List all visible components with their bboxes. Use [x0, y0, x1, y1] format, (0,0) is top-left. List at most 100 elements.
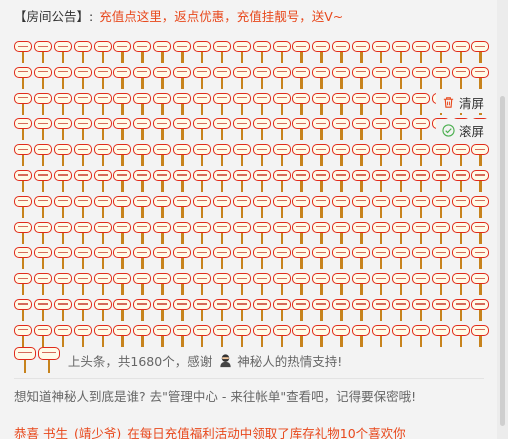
shangtoutiao-sign-icon — [113, 66, 132, 90]
shangtoutiao-sign-icon — [352, 40, 371, 64]
shangtoutiao-sign-icon — [451, 221, 470, 245]
shangtoutiao-sign-icon — [212, 143, 231, 167]
shangtoutiao-sign-icon — [232, 66, 251, 90]
shangtoutiao-sign-icon — [471, 66, 490, 90]
shangtoutiao-sign-icon — [451, 143, 470, 167]
shangtoutiao-sign-icon — [14, 324, 32, 348]
shangtoutiao-sign-icon — [53, 246, 72, 270]
shangtoutiao-sign-icon — [212, 117, 231, 141]
shangtoutiao-sign-icon — [372, 195, 391, 219]
shangtoutiao-sign-icon — [193, 66, 212, 90]
shangtoutiao-sign-icon — [451, 169, 470, 193]
sign-row — [14, 221, 490, 247]
sign-row — [14, 143, 490, 169]
trash-icon — [443, 96, 454, 108]
shangtoutiao-sign-icon — [471, 169, 490, 193]
shangtoutiao-sign-icon — [133, 272, 152, 296]
shangtoutiao-sign-icon — [391, 246, 410, 270]
shangtoutiao-sign-icon — [292, 298, 311, 322]
shangtoutiao-sign-icon — [252, 272, 271, 296]
shangtoutiao-sign-icon — [33, 298, 52, 322]
shangtoutiao-sign-icon — [212, 92, 231, 116]
shangtoutiao-sign-icon — [113, 298, 132, 322]
shangtoutiao-sign-icon — [431, 169, 450, 193]
scrollbar-thumb[interactable] — [500, 96, 505, 426]
check-circle-icon — [442, 123, 455, 137]
shangtoutiao-sign-icon — [153, 92, 172, 116]
notice-text[interactable]: 充值点这里，返点优惠，充值挂靓号，送V~ — [99, 9, 343, 24]
sign-row — [14, 40, 490, 66]
room-notice[interactable]: 【房间公告】: 充值点这里，返点优惠，充值挂靓号，送V~ — [14, 6, 343, 25]
shangtoutiao-sign-icon — [153, 195, 172, 219]
shangtoutiao-sign-icon — [272, 143, 291, 167]
shangtoutiao-sign-icon — [332, 66, 351, 90]
shangtoutiao-sign-icon — [252, 40, 271, 64]
thanks-prefix: 上头条，共1680个，感谢 — [67, 353, 213, 369]
shangtoutiao-sign-icon — [252, 221, 271, 245]
system-message: 恭喜 书生 (靖少爷) 在每日充值福利活动中领取了库存礼物10个喜欢你 — [14, 423, 406, 439]
shangtoutiao-sign-icon — [372, 298, 391, 322]
shangtoutiao-sign-icon — [73, 40, 92, 64]
shangtoutiao-sign-icon — [451, 40, 470, 64]
shangtoutiao-sign-icon — [292, 117, 311, 141]
shangtoutiao-sign-icon — [193, 195, 212, 219]
shangtoutiao-sign-icon — [53, 195, 72, 219]
shangtoutiao-sign-icon — [14, 40, 32, 64]
shangtoutiao-sign-icon — [272, 272, 291, 296]
shangtoutiao-sign-icon — [212, 221, 231, 245]
shangtoutiao-sign-icon — [431, 272, 450, 296]
shangtoutiao-sign-icon — [372, 143, 391, 167]
message-user[interactable]: 恭喜 书生 — [14, 426, 68, 439]
shangtoutiao-sign-icon — [173, 324, 192, 348]
shangtoutiao-sign-icon — [411, 272, 430, 296]
shangtoutiao-sign-icon — [153, 143, 172, 167]
shangtoutiao-sign-icon — [411, 66, 430, 90]
shangtoutiao-sign-icon — [73, 143, 92, 167]
shangtoutiao-sign-icon — [212, 66, 231, 90]
shangtoutiao-sign-icon — [153, 66, 172, 90]
shangtoutiao-sign-icon — [451, 246, 470, 270]
shangtoutiao-sign-icon — [292, 195, 311, 219]
shangtoutiao-sign-icon — [173, 221, 192, 245]
shangtoutiao-sign-icon — [113, 324, 132, 348]
scrollbar[interactable] — [497, 0, 508, 439]
shangtoutiao-sign-icon — [93, 298, 112, 322]
shangtoutiao-sign-icon — [113, 117, 132, 141]
shangtoutiao-sign-icon — [212, 40, 231, 64]
shangtoutiao-sign-icon — [332, 324, 351, 348]
shangtoutiao-sign-icon — [193, 40, 212, 64]
shangtoutiao-sign-icon — [352, 221, 371, 245]
shangtoutiao-sign-icon — [232, 169, 251, 193]
shangtoutiao-sign-icon — [33, 143, 52, 167]
shangtoutiao-sign-icon — [312, 66, 331, 90]
shangtoutiao-sign-icon — [53, 221, 72, 245]
scroll-screen-button[interactable]: 滚屏 — [436, 119, 491, 141]
shangtoutiao-sign-icon — [232, 195, 251, 219]
shangtoutiao-sign-icon — [451, 298, 470, 322]
shangtoutiao-sign-icon — [292, 92, 311, 116]
shangtoutiao-sign-icon — [272, 221, 291, 245]
shangtoutiao-sign-icon — [272, 66, 291, 90]
shangtoutiao-sign-icon — [312, 324, 331, 348]
shangtoutiao-sign-icon — [53, 143, 72, 167]
thanks-user[interactable]: 神秘人 — [237, 351, 275, 370]
shangtoutiao-sign-icon — [113, 40, 132, 64]
shangtoutiao-sign-icon — [312, 272, 331, 296]
shangtoutiao-sign-icon — [73, 298, 92, 322]
shangtoutiao-sign-icon — [14, 117, 32, 141]
shangtoutiao-sign-icon — [173, 117, 192, 141]
clear-screen-label: 清屏 — [459, 95, 485, 111]
shangtoutiao-sign-icon — [451, 272, 470, 296]
shangtoutiao-sign-icon — [73, 66, 92, 90]
shangtoutiao-sign-icon — [153, 298, 172, 322]
sign-row — [14, 169, 490, 195]
clear-screen-button[interactable]: 清屏 — [436, 91, 491, 113]
message-user-alias[interactable]: (靖少爷) — [74, 426, 121, 439]
shangtoutiao-sign-icon — [292, 66, 311, 90]
shangtoutiao-sign-icon — [33, 272, 52, 296]
shangtoutiao-sign-icon — [33, 324, 52, 348]
shangtoutiao-sign-icon — [391, 92, 410, 116]
shangtoutiao-sign-icon — [312, 169, 331, 193]
shangtoutiao-sign-icon — [73, 221, 92, 245]
shangtoutiao-sign-icon — [411, 169, 430, 193]
